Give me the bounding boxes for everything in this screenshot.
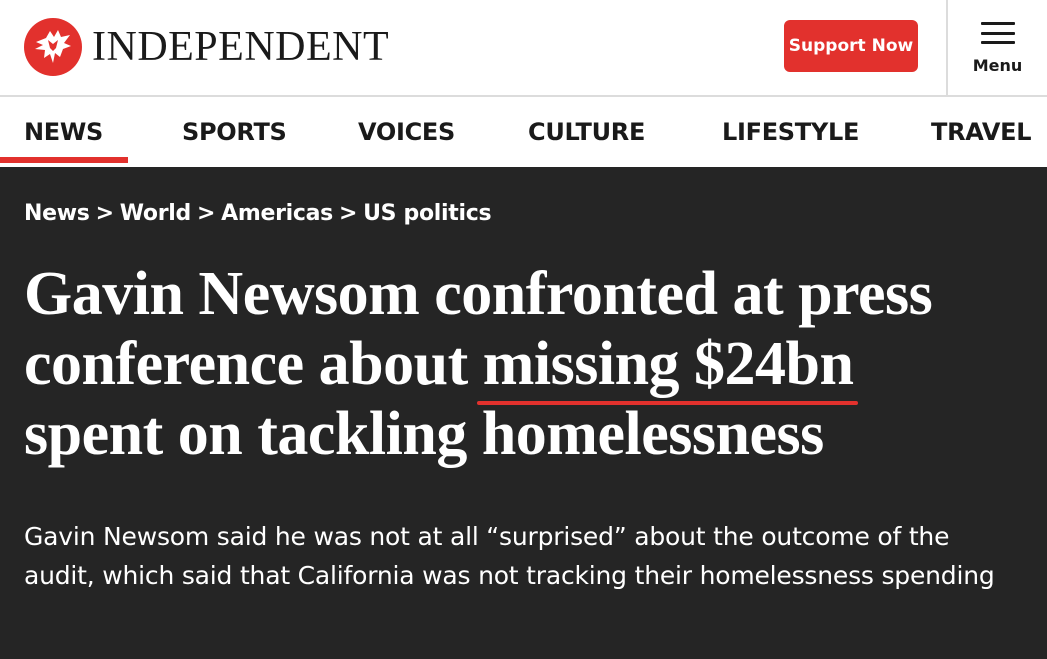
- nav-item-voices[interactable]: VOICES: [358, 97, 455, 167]
- headline-highlight-text: missing $24bn: [482, 330, 854, 398]
- headline-highlight: missing $24bn: [476, 329, 858, 405]
- nav-item-lifestyle[interactable]: LIFESTYLE: [722, 97, 859, 167]
- breadcrumb-us-politics[interactable]: US politics: [363, 201, 492, 226]
- breadcrumb-news[interactable]: News: [24, 201, 90, 226]
- support-now-button[interactable]: Support Now: [784, 20, 918, 72]
- headline-line-1: Gavin Newsom confronted at press: [24, 260, 933, 328]
- brand-name: INDEPENDENT: [92, 24, 390, 70]
- breadcrumb: News > World > Americas > US politics: [24, 201, 492, 226]
- nav-item-sports[interactable]: SPORTS: [182, 97, 287, 167]
- menu-button[interactable]: Menu: [948, 0, 1047, 97]
- article-headline: Gavin Newsom confronted at press confere…: [24, 259, 1034, 469]
- site-logo[interactable]: INDEPENDENT: [24, 18, 389, 76]
- section-nav: NEWS SPORTS VOICES CULTURE LIFESTYLE TRA…: [0, 97, 1047, 167]
- headline-line-3: spent on tackling homelessness: [24, 400, 824, 468]
- breadcrumb-americas[interactable]: Americas: [221, 201, 333, 226]
- hamburger-icon: [980, 22, 1015, 44]
- headline-line-2: conference about: [24, 330, 483, 398]
- highlight-underline: [476, 401, 858, 405]
- breadcrumb-separator: >: [196, 201, 216, 226]
- site-header: INDEPENDENT Support Now Menu: [0, 0, 1047, 97]
- menu-label: Menu: [972, 56, 1023, 75]
- breadcrumb-separator: >: [338, 201, 358, 226]
- eagle-icon: [24, 18, 82, 76]
- nav-item-travel[interactable]: TRAVEL: [931, 97, 1032, 167]
- article-standfirst: Gavin Newsom said he was not at all “sur…: [24, 522, 995, 590]
- breadcrumb-separator: >: [95, 201, 114, 226]
- breadcrumb-world[interactable]: World: [120, 201, 192, 226]
- nav-active-indicator: [0, 157, 128, 163]
- article-header: News > World > Americas > US politics Gavin Ne…: [0, 167, 1047, 659]
- nav-item-culture[interactable]: CULTURE: [528, 97, 645, 167]
